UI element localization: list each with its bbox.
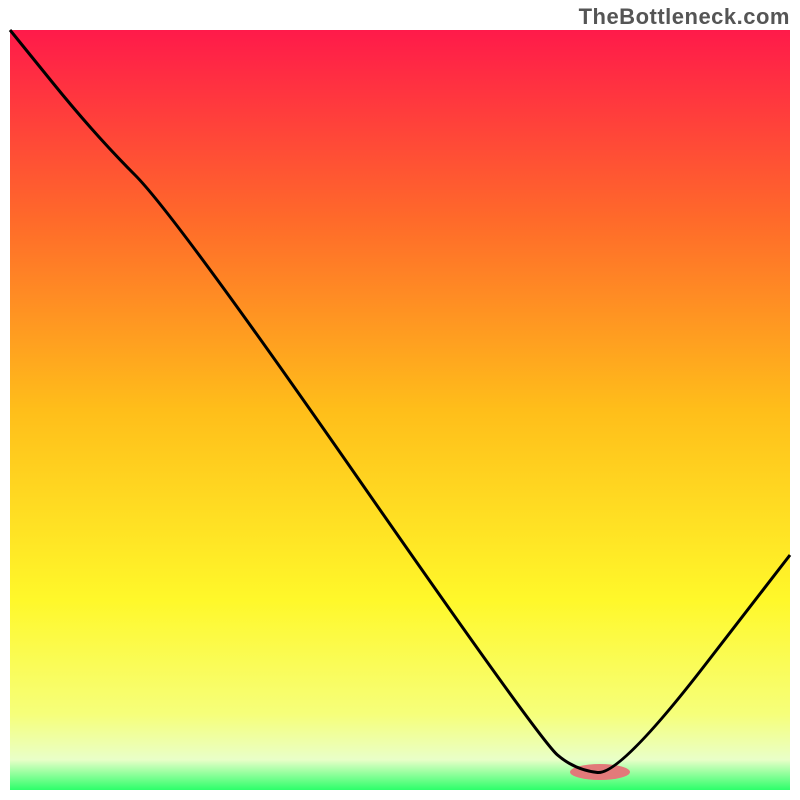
watermark-text: TheBottleneck.com (579, 4, 790, 30)
chart-svg (0, 0, 800, 800)
chart-background (10, 30, 790, 790)
chart-container: TheBottleneck.com (0, 0, 800, 800)
